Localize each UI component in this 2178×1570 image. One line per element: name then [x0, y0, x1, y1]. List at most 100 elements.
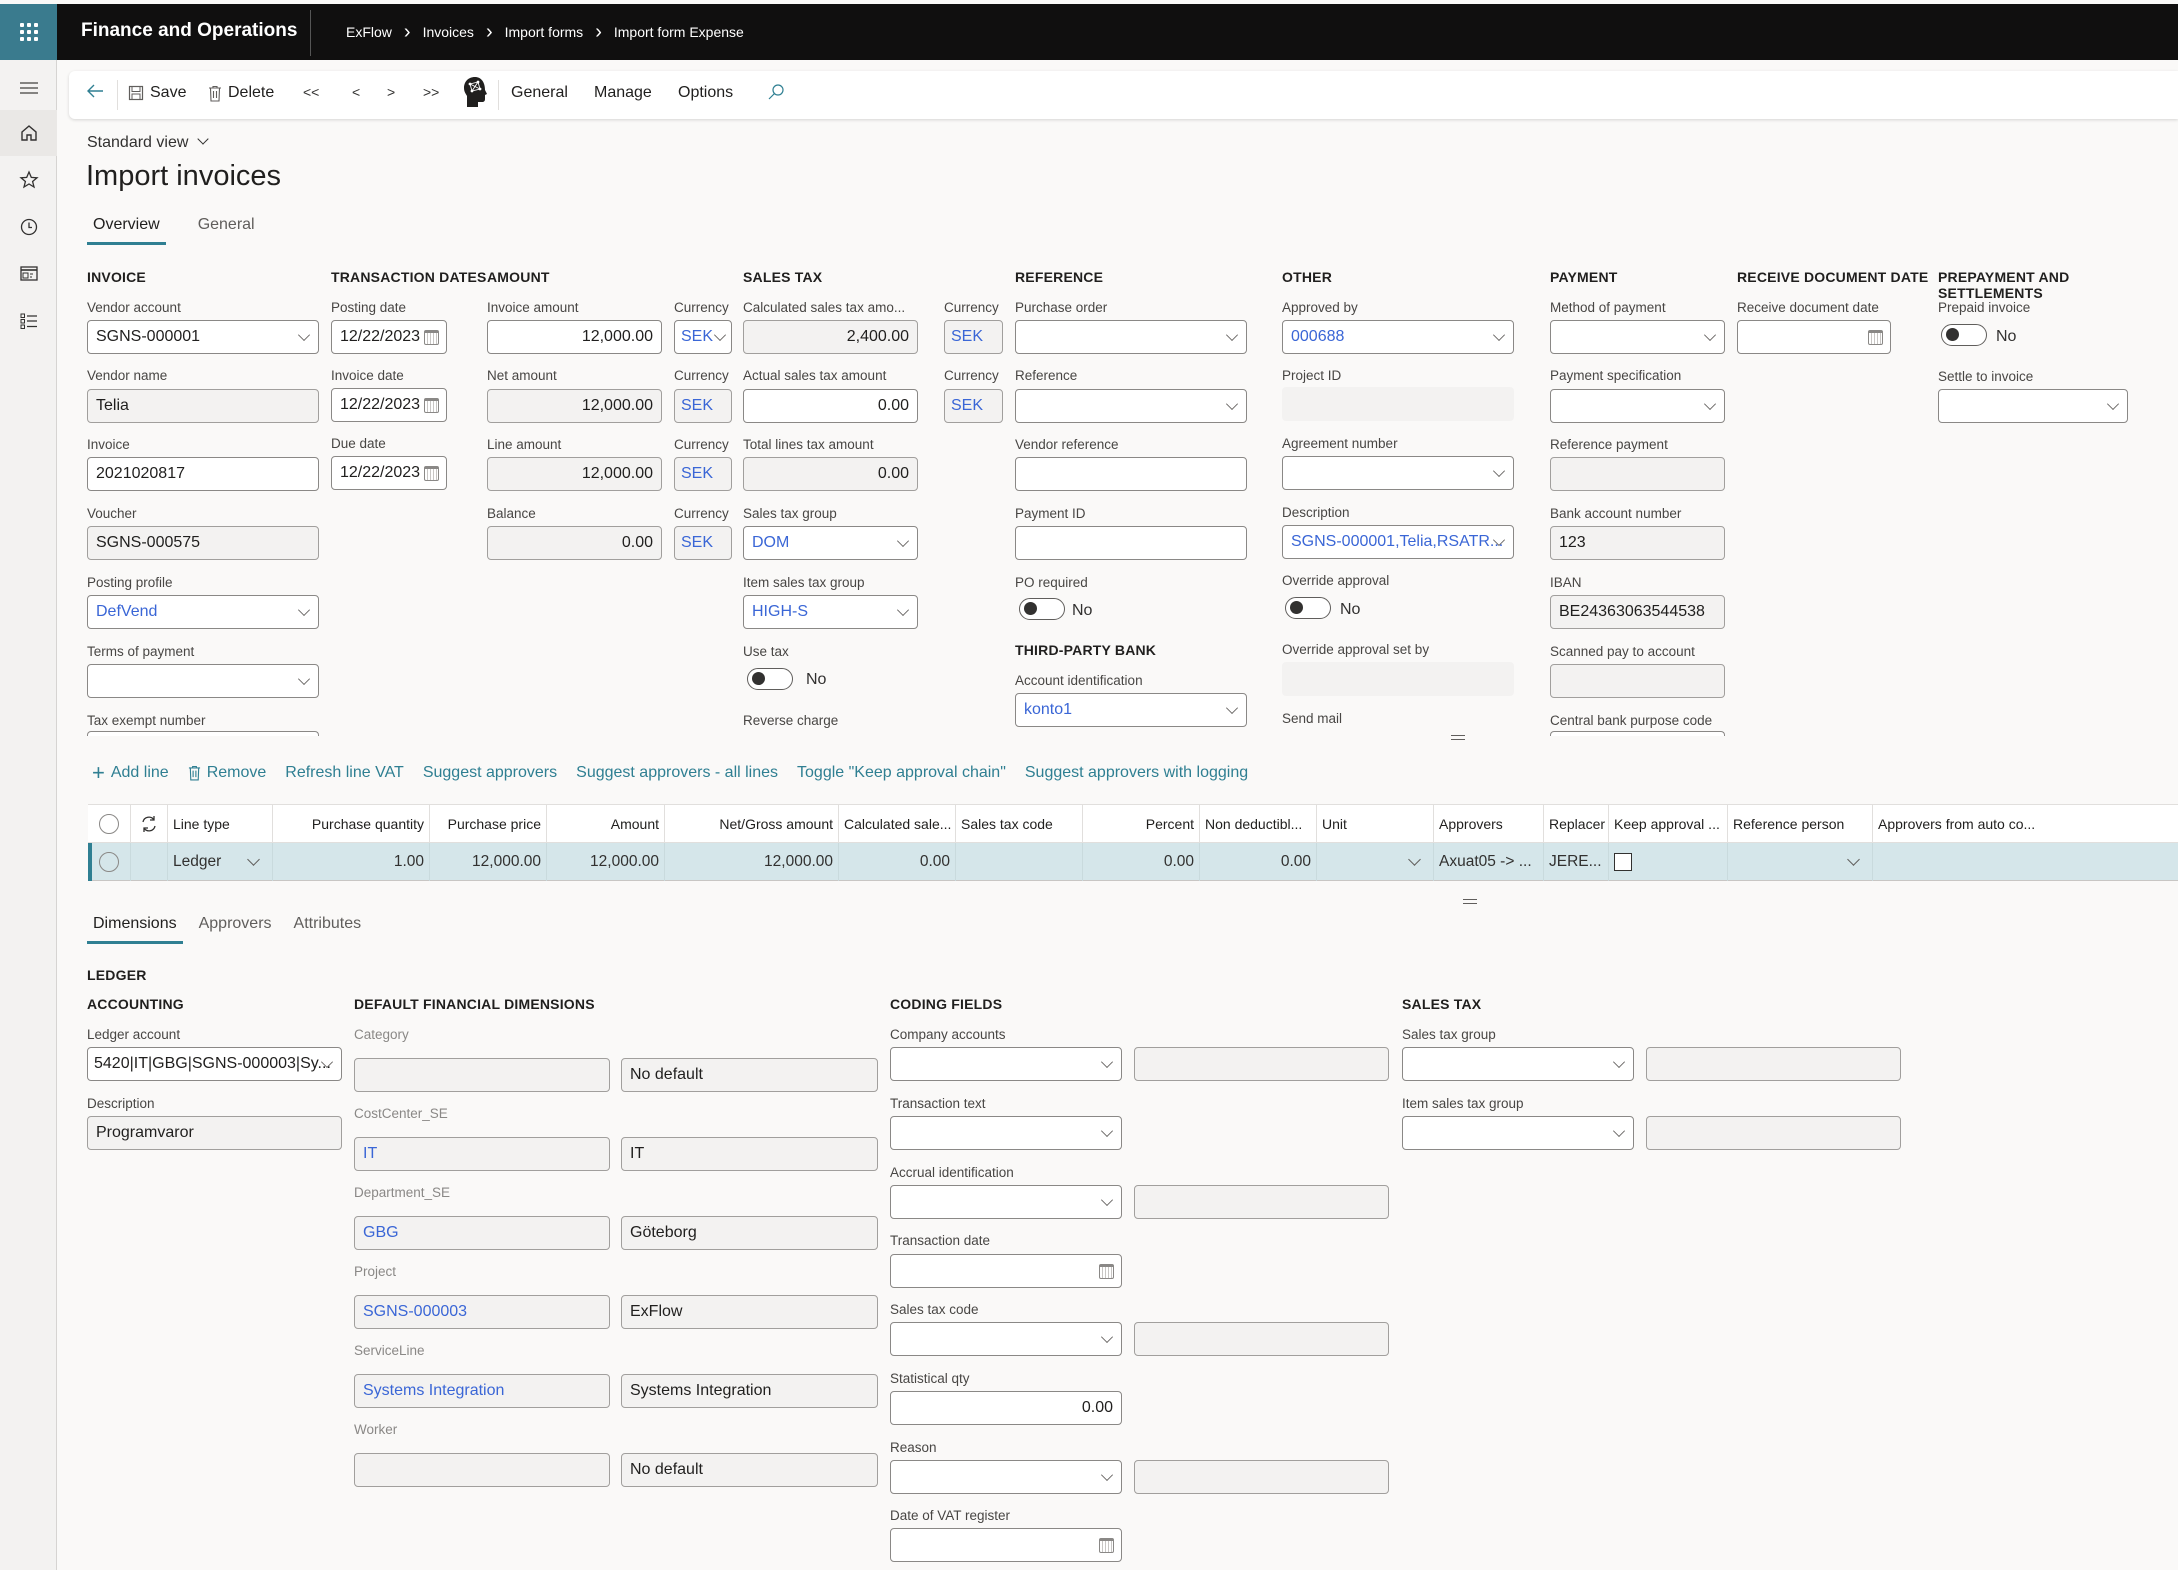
home-icon[interactable]: [0, 110, 57, 156]
calendar-icon[interactable]: [1868, 330, 1883, 345]
recent-clock-icon[interactable]: [0, 204, 57, 250]
date-of-vat-register-field[interactable]: [890, 1528, 1122, 1562]
app-title[interactable]: Finance and Operations: [81, 20, 297, 42]
remove-button[interactable]: Remove: [188, 764, 266, 782]
line-sales-tax-group-field[interactable]: [1402, 1047, 1634, 1081]
column-header-net-gross-amount[interactable]: Net/Gross amount: [665, 805, 839, 843]
dimension-value-field[interactable]: Systems Integration: [354, 1374, 610, 1408]
exflow-ai-button[interactable]: [462, 75, 488, 109]
chevron-down-icon[interactable]: [896, 534, 910, 548]
dimension-value-field[interactable]: IT: [354, 1137, 610, 1171]
dimension-value-field[interactable]: [354, 1453, 610, 1487]
calendar-icon[interactable]: [424, 466, 439, 481]
project-id-field[interactable]: [1282, 387, 1514, 421]
chevron-down-icon[interactable]: [1612, 1124, 1626, 1138]
breadcrumb-item[interactable]: Invoices: [423, 24, 474, 40]
column-header-replacer[interactable]: Replacer: [1544, 805, 1609, 843]
menu-manage[interactable]: Manage: [594, 84, 652, 102]
invoice-date-field[interactable]: 12/22/2023: [331, 388, 447, 422]
reference-field[interactable]: [1015, 389, 1247, 423]
column-header-keep-approval[interactable]: Keep approval ...: [1609, 805, 1728, 843]
posting-profile-field[interactable]: DefVend: [87, 595, 319, 629]
calculated-sales-tax-cell[interactable]: 0.00: [839, 843, 956, 881]
balance-currency-field[interactable]: SEK: [674, 526, 732, 560]
chevron-down-icon[interactable]: [1612, 1055, 1626, 1069]
chevron-down-icon[interactable]: [1492, 328, 1506, 342]
calendar-icon[interactable]: [1099, 1538, 1114, 1553]
splitter-grip-icon[interactable]: [1451, 735, 1465, 740]
prepaid-invoice-toggle[interactable]: [1941, 324, 1987, 346]
approvers-auto-cell[interactable]: [1873, 843, 2178, 881]
terms-of-payment-field[interactable]: [87, 664, 319, 698]
chevron-down-icon[interactable]: [297, 328, 311, 342]
menu-options[interactable]: Options: [678, 84, 733, 102]
purchase-order-field[interactable]: [1015, 320, 1247, 354]
column-header-line-type[interactable]: Line type: [168, 805, 273, 843]
chevron-down-icon[interactable]: [1847, 853, 1860, 866]
statistical-qty-field[interactable]: 0.00: [890, 1391, 1122, 1425]
chevron-down-icon[interactable]: [247, 853, 260, 866]
select-all-radio[interactable]: [88, 805, 131, 843]
column-header-purchase-quantity[interactable]: Purchase quantity: [273, 805, 430, 843]
tab-overview[interactable]: Overview: [87, 216, 166, 245]
keep-approval-cell[interactable]: [1609, 843, 1728, 881]
tax-exempt-number-field[interactable]: [87, 731, 319, 736]
reference-person-cell[interactable]: [1728, 843, 1873, 881]
column-header-reference-person[interactable]: Reference person: [1728, 805, 1873, 843]
line-type-cell[interactable]: Ledger: [168, 843, 273, 881]
column-header-sales-tax-code[interactable]: Sales tax code: [956, 805, 1083, 843]
use-tax-toggle[interactable]: [747, 668, 793, 690]
search-button[interactable]: [767, 83, 785, 101]
reference-payment-field[interactable]: [1550, 457, 1725, 491]
chevron-down-icon[interactable]: [1100, 1193, 1114, 1207]
accrual-identification-field[interactable]: [890, 1185, 1122, 1219]
calendar-icon[interactable]: [424, 330, 439, 345]
chevron-down-icon[interactable]: [713, 328, 727, 342]
dimension-value-field[interactable]: [354, 1058, 610, 1092]
non-deductible-cell[interactable]: 0.00: [1200, 843, 1317, 881]
tab-approvers[interactable]: Approvers: [193, 915, 278, 944]
keep-approval-checkbox[interactable]: [1614, 853, 1632, 871]
calendar-icon[interactable]: [424, 398, 439, 413]
column-header-approvers[interactable]: Approvers: [1434, 805, 1544, 843]
column-header-percent[interactable]: Percent: [1083, 805, 1200, 843]
row-select-radio[interactable]: [88, 843, 131, 881]
bank-account-number-field[interactable]: 123: [1550, 526, 1725, 560]
item-sales-tax-group-field[interactable]: HIGH-S: [743, 595, 918, 629]
chevron-down-icon[interactable]: [1703, 397, 1717, 411]
replacer-cell[interactable]: JERE...: [1544, 843, 1609, 881]
central-bank-purpose-code-field[interactable]: [1550, 731, 1725, 736]
back-button[interactable]: [85, 81, 105, 101]
vendor-name-field[interactable]: Telia: [87, 389, 319, 423]
chevron-down-icon[interactable]: [297, 672, 311, 686]
override-approval-set-by-field[interactable]: [1282, 662, 1514, 696]
chevron-down-icon[interactable]: [1100, 1330, 1114, 1344]
purchase-quantity-cell[interactable]: 1.00: [273, 843, 430, 881]
chevron-down-icon[interactable]: [1492, 464, 1506, 478]
reason-field[interactable]: [890, 1460, 1122, 1494]
invoice-field[interactable]: 2021020817: [87, 457, 319, 491]
chevron-down-icon[interactable]: [1100, 1055, 1114, 1069]
previous-record-button[interactable]: <: [352, 84, 360, 100]
vendor-account-field[interactable]: SGNS-000001: [87, 320, 319, 354]
column-header-purchase-price[interactable]: Purchase price: [430, 805, 547, 843]
save-button[interactable]: Save: [128, 84, 186, 102]
workspaces-icon[interactable]: [0, 251, 57, 297]
receive-document-date-field[interactable]: [1737, 320, 1891, 354]
tab-attributes[interactable]: Attributes: [288, 915, 368, 944]
total-lines-tax-field[interactable]: 0.00: [743, 457, 918, 491]
favorites-star-icon[interactable]: [0, 157, 57, 203]
breadcrumb-item[interactable]: Import forms: [505, 24, 584, 40]
column-header-calculated-sales-tax[interactable]: Calculated sale...: [839, 805, 956, 843]
net-gross-amount-cell[interactable]: 12,000.00: [665, 843, 839, 881]
ledger-description-field[interactable]: Programvaror: [87, 1116, 342, 1150]
chevron-down-icon[interactable]: [1703, 328, 1717, 342]
invoice-currency-field[interactable]: SEK: [674, 320, 732, 354]
scanned-pay-to-account-field[interactable]: [1550, 664, 1725, 698]
tab-general[interactable]: General: [192, 216, 261, 245]
column-header-unit[interactable]: Unit: [1317, 805, 1434, 843]
line-currency-field[interactable]: SEK: [674, 457, 732, 491]
add-line-button[interactable]: + Add line: [92, 762, 169, 784]
calculated-sales-tax-field[interactable]: 2,400.00: [743, 320, 918, 354]
balance-field[interactable]: 0.00: [487, 526, 662, 560]
